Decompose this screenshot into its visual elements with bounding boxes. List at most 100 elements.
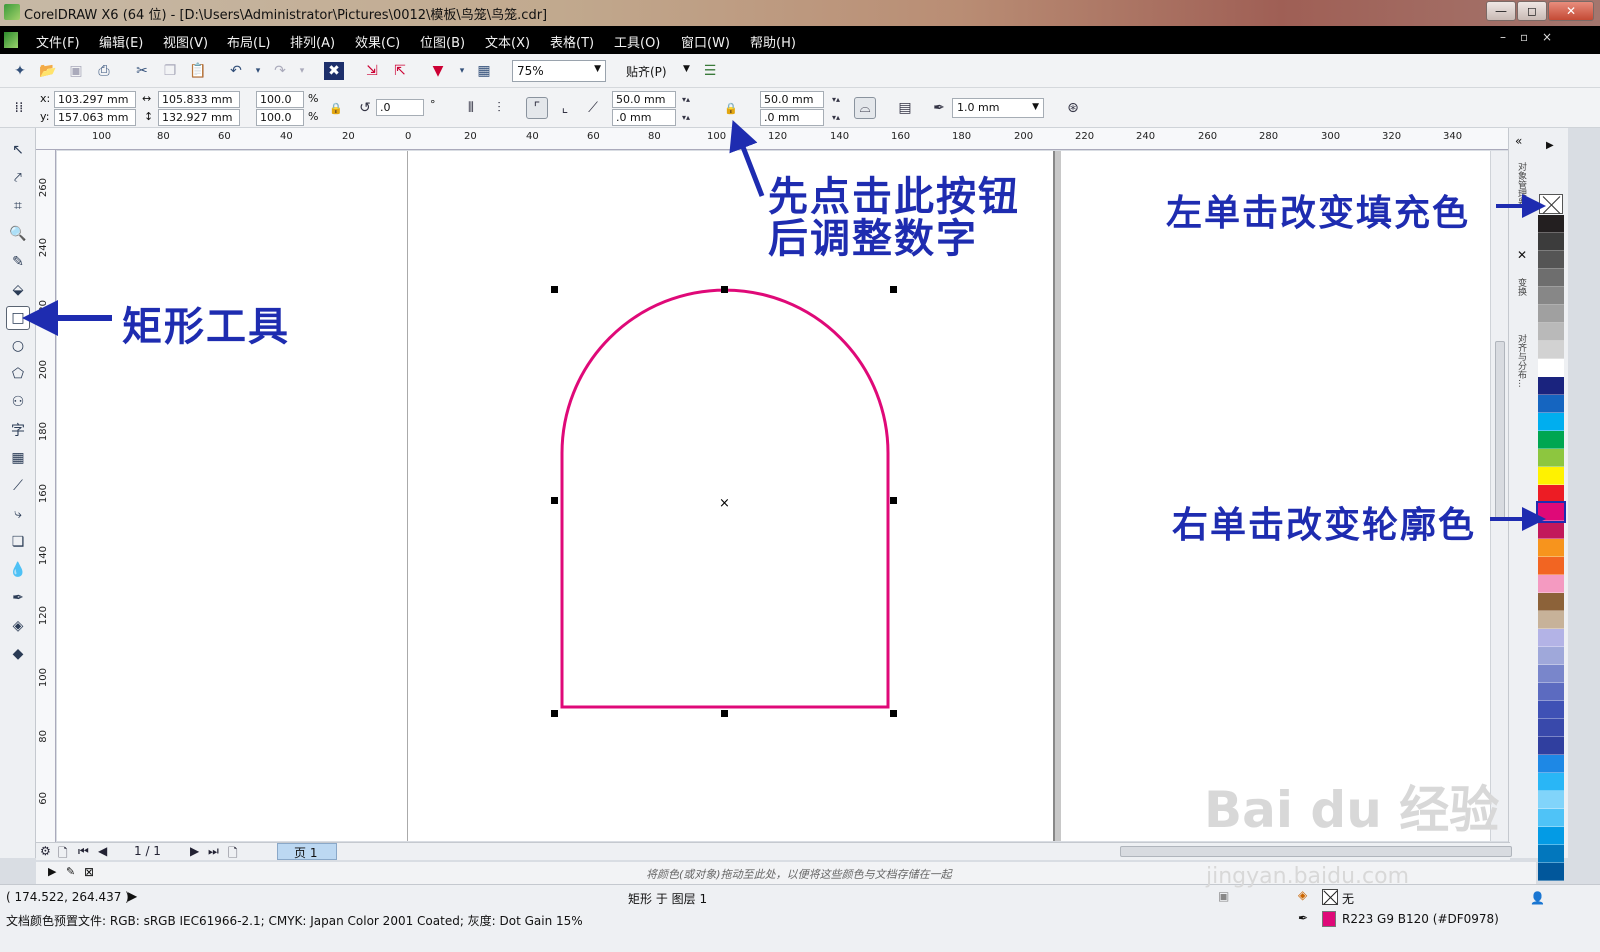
menu-layout[interactable]: 布局(L) [227, 32, 270, 51]
import-icon[interactable]: ⇲ [362, 62, 382, 80]
palette-swatch[interactable] [1538, 683, 1564, 701]
fill-color-indicator[interactable] [1322, 889, 1338, 905]
selection-handle[interactable] [890, 286, 897, 293]
docker-tab-align[interactable]: 对齐与分布... [1515, 334, 1528, 388]
palette-swatch[interactable] [1538, 449, 1564, 467]
selection-handle[interactable] [551, 710, 558, 717]
zoom-level-select[interactable]: 75% ▼ [512, 60, 606, 82]
first-page-icon[interactable]: ⏮ [78, 844, 89, 859]
selection-handle[interactable] [890, 497, 897, 504]
palette-swatch[interactable] [1538, 665, 1564, 683]
page-tab[interactable]: 页 1 [277, 843, 337, 860]
menu-help[interactable]: 帮助(H) [750, 32, 796, 51]
outline-width-select[interactable]: 1.0 mm ▼ [952, 98, 1044, 118]
lock-ratio-icon[interactable]: 🔒 [325, 97, 347, 119]
interactive-fill-tool-icon[interactable]: ◆ [6, 642, 30, 666]
snap-to-button[interactable]: 贴齐(P) [626, 63, 667, 80]
smart-fill-tool-icon[interactable]: ⬙ [6, 278, 30, 302]
height-input[interactable]: 132.927 mm [158, 109, 240, 126]
text-tool-icon[interactable]: 字 [6, 418, 30, 442]
selection-handle[interactable] [551, 497, 558, 504]
undo-icon[interactable]: ↶ [226, 62, 246, 80]
palette-swatch[interactable] [1538, 521, 1564, 539]
snap-dropdown-icon[interactable]: ▼ [683, 64, 690, 74]
menu-window[interactable]: 窗口(W) [681, 32, 730, 51]
selection-handle[interactable] [721, 710, 728, 717]
spinner-arrows-icon[interactable]: ▾▴ [826, 90, 846, 108]
palette-play-icon[interactable]: ▶ [48, 865, 56, 878]
welcome-screen-icon[interactable]: ▦ [474, 62, 494, 80]
palette-swatch[interactable] [1538, 467, 1564, 485]
outline-pen-icon[interactable]: ✒ [1298, 911, 1308, 925]
expand-arrow-icon[interactable]: ▶ [128, 889, 137, 903]
doc-close-button[interactable]: × [1542, 30, 1552, 44]
page-settings-icon[interactable]: ⚙ [40, 844, 51, 858]
selection-handle[interactable] [551, 286, 558, 293]
chamfered-corner-icon[interactable]: ⟋ [582, 97, 604, 119]
palette-swatch[interactable] [1538, 413, 1564, 431]
print-icon[interactable]: ⎙ [94, 62, 114, 80]
palette-swatch[interactable] [1538, 557, 1564, 575]
edit-corners-together-lock-icon[interactable]: 🔒 [720, 97, 742, 119]
mirror-vertical-icon[interactable]: ⫶ [488, 97, 510, 119]
palette-swatch[interactable] [1538, 827, 1564, 845]
palette-swatch[interactable] [1538, 251, 1564, 269]
x-position-input[interactable]: 103.297 mm [54, 91, 136, 108]
palette-swatch[interactable] [1538, 611, 1564, 629]
menu-effects[interactable]: 效果(C) [355, 32, 400, 51]
palette-swatch[interactable] [1538, 719, 1564, 737]
palette-swatch[interactable] [1538, 593, 1564, 611]
palette-swatch[interactable] [1536, 501, 1566, 523]
ellipse-tool-icon[interactable]: ○ [6, 334, 30, 358]
cut-icon[interactable]: ✂ [132, 62, 152, 80]
menu-edit[interactable]: 编辑(E) [99, 32, 143, 51]
palette-swatch[interactable] [1538, 287, 1564, 305]
palette-swatch[interactable] [1538, 863, 1564, 881]
redo-icon[interactable]: ↷ [270, 62, 290, 80]
menu-tools[interactable]: 工具(O) [614, 32, 660, 51]
open-icon[interactable]: 📂 [38, 62, 58, 80]
palette-swatch[interactable] [1538, 791, 1564, 809]
scale-y-input[interactable]: 100.0 [256, 109, 304, 126]
palette-swatch[interactable] [1538, 647, 1564, 665]
vertical-scroll-thumb[interactable] [1495, 341, 1505, 521]
new-document-icon[interactable]: ✦ [10, 62, 30, 80]
docker-close-icon[interactable]: ✕ [1517, 248, 1527, 262]
menu-view[interactable]: 视图(V) [163, 32, 208, 51]
fill-tool-icon[interactable]: ◈ [6, 614, 30, 638]
coreldraw-app-icon[interactable] [4, 4, 20, 20]
docker-tab-transform[interactable]: 变换 [1515, 278, 1528, 296]
selection-handle[interactable] [721, 286, 728, 293]
spinner-arrows-icon[interactable]: ▾▴ [676, 108, 696, 126]
palette-swatch[interactable] [1538, 737, 1564, 755]
document-icon[interactable] [4, 32, 18, 48]
dimension-tool-icon[interactable]: ⟋ [6, 474, 30, 498]
scalloped-corner-icon[interactable]: ⌞ [554, 97, 576, 119]
corner-radius-bottom-right-input[interactable]: .0 mm [760, 109, 824, 126]
application-launcher-icon[interactable]: ▼ [428, 62, 448, 80]
palette-swatch[interactable] [1538, 575, 1564, 593]
palette-swatch[interactable] [1538, 845, 1564, 863]
last-page-icon[interactable]: ⏭ [208, 844, 219, 859]
rectangle-tool-icon[interactable]: □ [6, 306, 30, 330]
mirror-horizontal-icon[interactable]: ⫴ [460, 97, 482, 119]
width-input[interactable]: 105.833 mm [158, 91, 240, 108]
palette-swatch[interactable] [1538, 269, 1564, 287]
palette-swatch[interactable] [1538, 377, 1564, 395]
y-position-input[interactable]: 157.063 mm [54, 109, 136, 126]
corner-radius-bottom-left-input[interactable]: .0 mm [612, 109, 676, 126]
wrap-text-icon[interactable]: ▤ [894, 97, 916, 119]
shape-tool-icon[interactable]: ⤤ [6, 166, 30, 190]
freehand-tool-icon[interactable]: ✎ [6, 250, 30, 274]
palette-scroll-up-icon[interactable]: ▶ [1546, 140, 1554, 151]
eyedropper-tool-icon[interactable]: 💧 [6, 558, 30, 582]
outline-tool-icon[interactable]: ✒ [6, 586, 30, 610]
palette-swatch[interactable] [1538, 485, 1564, 503]
convert-to-curves-icon[interactable]: ⊛ [1062, 97, 1084, 119]
corner-radius-top-right-input[interactable]: 50.0 mm [760, 91, 824, 108]
spinner-arrows-icon[interactable]: ▾▴ [676, 90, 696, 108]
maximize-button[interactable]: ◻ [1517, 1, 1547, 21]
menu-file[interactable]: 文件(F) [36, 32, 80, 51]
color-profile-info[interactable]: 文档颜色预置文件: RGB: sRGB IEC61966-2.1; CMYK: … [6, 912, 583, 929]
palette-swatch[interactable] [1538, 539, 1564, 557]
